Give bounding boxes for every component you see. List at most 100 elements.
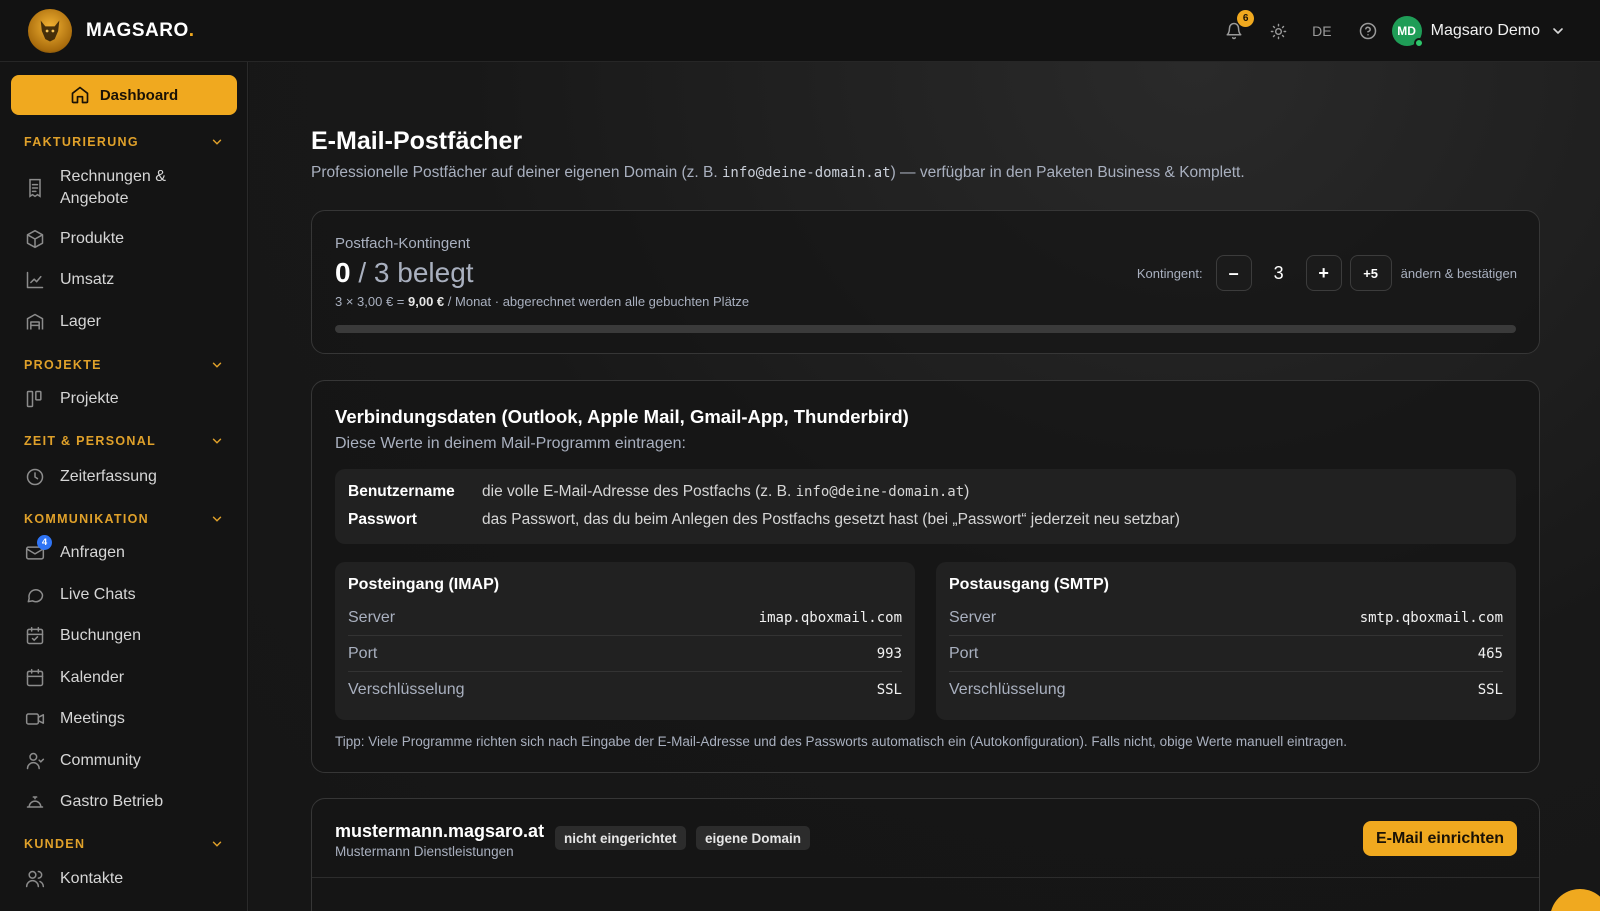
section-label: KUNDEN bbox=[24, 837, 86, 851]
sidebar-item-gastro[interactable]: Gastro Betrieb bbox=[24, 791, 234, 813]
divider bbox=[312, 877, 1539, 878]
quota-progress-bar bbox=[335, 325, 1516, 333]
connection-card: Verbindungsdaten (Outlook, Apple Mail, G… bbox=[311, 380, 1540, 773]
home-icon bbox=[70, 85, 90, 105]
sidebar-item-kontakte[interactable]: Kontakte bbox=[24, 868, 234, 890]
sidebar-item-anfragen[interactable]: 4 Anfragen bbox=[24, 535, 234, 564]
quota-card: Postfach-Kontingent 0 / 3 belegt 3 × 3,0… bbox=[311, 210, 1540, 354]
section-zeit-personal[interactable]: ZEIT & PERSONAL bbox=[24, 434, 224, 448]
sun-icon bbox=[1270, 23, 1286, 39]
sidebar-item-buchungen[interactable]: Buchungen bbox=[24, 625, 234, 647]
sidebar-item-produkte[interactable]: Produkte bbox=[24, 228, 234, 250]
add-five-button[interactable]: +5 bbox=[1349, 255, 1392, 291]
imap-port-row: Port 993 bbox=[348, 636, 902, 672]
section-kommunikation[interactable]: KOMMUNIKATION bbox=[24, 512, 224, 526]
brand[interactable]: MAGSARO. bbox=[28, 8, 195, 53]
password-row: Passwort das Passwort, das du beim Anleg… bbox=[348, 511, 1180, 529]
sidebar-item-label: Kontakte bbox=[60, 870, 124, 887]
sidebar-item-label: Live Chats bbox=[60, 586, 136, 603]
user-avatar[interactable]: MD bbox=[1391, 16, 1424, 48]
section-projekte[interactable]: PROJEKTE bbox=[24, 358, 224, 372]
sidebar-item-live-chats[interactable]: Live Chats bbox=[24, 584, 234, 606]
user-name[interactable]: Magsaro Demo bbox=[1431, 22, 1540, 40]
smtp-encryption-row: Verschlüsselung SSL bbox=[949, 681, 1503, 698]
sidebar-item-label: Lager bbox=[60, 313, 101, 330]
domain-type-badge: eigene Domain bbox=[696, 826, 811, 850]
sidebar-item-meetings[interactable]: Meetings bbox=[24, 708, 234, 730]
warehouse-icon bbox=[24, 311, 46, 333]
wolf-logo-icon bbox=[28, 8, 72, 53]
mail-icon: 4 bbox=[24, 535, 52, 564]
sidebar-item-label: Umsatz bbox=[60, 271, 115, 288]
smtp-box: Postausgang (SMTP) Server smtp.qboxmail.c… bbox=[936, 562, 1516, 720]
user-menu-chevron[interactable] bbox=[1550, 23, 1566, 39]
sidebar-item-label: Meetings bbox=[60, 710, 125, 727]
sidebar-item-label: Community bbox=[60, 752, 141, 769]
quota-label: Postfach-Kontingent bbox=[335, 235, 471, 252]
avatar-initials: MD bbox=[1397, 24, 1416, 38]
section-label: PROJEKTE bbox=[24, 358, 102, 372]
smtp-port-value: 465 bbox=[1477, 645, 1503, 662]
imap-box: Posteingang (IMAP) Server imap.qboxmail.c… bbox=[335, 562, 915, 720]
sidebar-item-umsatz[interactable]: Umsatz bbox=[24, 269, 234, 291]
domain-name: mustermann.magsaro.at bbox=[335, 821, 545, 841]
sidebar-item-projekte[interactable]: Projekte bbox=[24, 388, 234, 410]
quota-controls: Kontingent: – 3 + +5 ändern & bestätigen bbox=[1137, 255, 1517, 291]
smtp-port-row: Port 465 bbox=[949, 636, 1503, 672]
sidebar-item-kalender[interactable]: Kalender bbox=[24, 667, 234, 689]
decrement-button[interactable]: – bbox=[1215, 255, 1252, 291]
help-button[interactable] bbox=[1356, 19, 1380, 43]
floating-chat-button[interactable] bbox=[1550, 889, 1600, 911]
dashboard-label: Dashboard bbox=[99, 86, 179, 104]
username-label: Benutzername bbox=[348, 483, 455, 500]
confirm-change-link[interactable]: ändern & bestätigen bbox=[1401, 266, 1517, 281]
calendar-check-icon bbox=[24, 625, 46, 647]
page-subtitle: Professionelle Postfächer auf deiner eig… bbox=[311, 164, 1245, 181]
smtp-server-row: Server smtp.qboxmail.com bbox=[949, 600, 1503, 636]
sidebar-item-dashboard[interactable]: Dashboard bbox=[11, 75, 237, 115]
credentials-box: Benutzername die volle E-Mail-Adresse de… bbox=[335, 469, 1516, 544]
quota-price: 3 × 3,00 € = 9,00 € / Monat · abgerechne… bbox=[335, 294, 750, 309]
password-value: das Passwort, das du beim Anlegen des Po… bbox=[482, 511, 1180, 528]
increment-button[interactable]: + bbox=[1305, 255, 1342, 291]
sidebar-item-community[interactable]: Community bbox=[24, 750, 234, 772]
sidebar-item-zeiterfassung[interactable]: Zeiterfassung bbox=[24, 466, 234, 488]
username-row: Benutzername die volle E-Mail-Adresse de… bbox=[348, 483, 969, 501]
setup-email-button[interactable]: E-Mail einrichten bbox=[1362, 821, 1517, 856]
sidebar-item-label: Gastro Betrieb bbox=[60, 793, 164, 810]
imap-server-row: Server imap.qboxmail.com bbox=[348, 600, 902, 636]
language-switch[interactable]: DE bbox=[1312, 23, 1331, 39]
imap-title: Posteingang (IMAP) bbox=[348, 576, 500, 593]
quota-value: 3 bbox=[1273, 262, 1284, 283]
imap-encryption-row: Verschlüsselung SSL bbox=[348, 681, 902, 698]
section-label: KOMMUNIKATION bbox=[24, 512, 149, 526]
sidebar-item-lager[interactable]: Lager bbox=[24, 311, 234, 333]
section-label: FAKTURIERUNG bbox=[24, 135, 139, 149]
section-kunden[interactable]: KUNDEN bbox=[24, 837, 224, 851]
chevron-down-icon bbox=[1553, 28, 1563, 34]
sidebar-item-rechnungen[interactable]: Rechnungen & Angebote bbox=[24, 166, 234, 210]
smtp-title: Postausgang (SMTP) bbox=[949, 576, 1110, 593]
smtp-server-value[interactable]: smtp.qboxmail.com bbox=[1360, 610, 1503, 626]
calendar-icon bbox=[24, 667, 46, 689]
contacts-icon bbox=[24, 868, 46, 890]
imap-server-value[interactable]: imap.qboxmail.com bbox=[759, 610, 902, 626]
domain-card: mustermann.magsaro.at Mustermann Dienstl… bbox=[311, 798, 1540, 911]
imap-encryption-value: SSL bbox=[876, 682, 902, 698]
top-bar: MAGSARO. 6 DE MD Magsaro Demo bbox=[0, 0, 1600, 62]
connection-subtitle: Diese Werte in deinem Mail-Programm eint… bbox=[335, 435, 686, 452]
theme-toggle-button[interactable] bbox=[1266, 19, 1290, 43]
section-fakturierung[interactable]: FAKTURIERUNG bbox=[24, 135, 224, 149]
page-title: E-Mail-Postfächer bbox=[311, 127, 523, 155]
sidebar-item-label: Zeiterfassung bbox=[60, 468, 157, 485]
line-chart-icon bbox=[24, 269, 46, 291]
video-camera-icon bbox=[24, 708, 46, 730]
status-badge: nicht eingerichtet bbox=[555, 826, 686, 850]
sidebar-item-label: Buchungen bbox=[60, 627, 141, 644]
chevron-down-icon bbox=[210, 358, 224, 372]
sidebar-item-label: Anfragen bbox=[60, 544, 125, 561]
invoice-icon bbox=[24, 177, 46, 199]
notifications-button[interactable]: 6 bbox=[1222, 10, 1255, 43]
imap-port-value: 993 bbox=[876, 645, 902, 662]
password-label: Passwort bbox=[348, 511, 417, 528]
